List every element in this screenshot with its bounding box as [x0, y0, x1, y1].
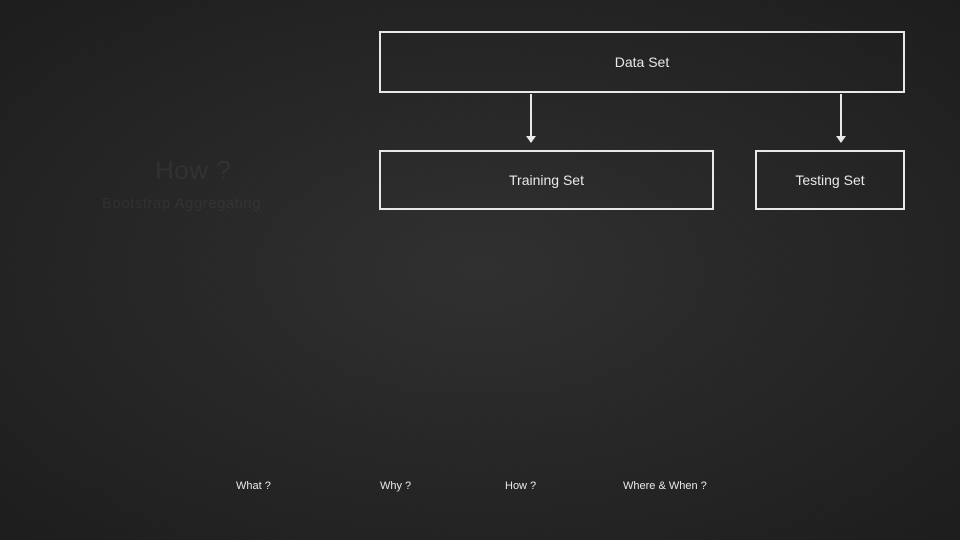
nav-what[interactable]: What ?: [236, 480, 271, 492]
dataset-label: Data Set: [615, 54, 669, 70]
ghost-subheading: Bootstrap Aggregating: [102, 195, 261, 212]
nav-where-when[interactable]: Where & When ?: [623, 480, 707, 492]
testing-box: Testing Set: [755, 150, 905, 210]
training-label: Training Set: [509, 172, 584, 188]
nav-how-label: How ?: [505, 480, 536, 492]
ghost-heading: How ?: [155, 155, 231, 186]
dataset-box: Data Set: [379, 31, 905, 93]
nav-where-when-label: Where & When ?: [623, 480, 707, 492]
nav-what-label: What ?: [236, 480, 271, 492]
arrow-to-training: [530, 94, 532, 142]
nav-why[interactable]: Why ?: [380, 480, 411, 492]
nav-how[interactable]: How ?: [505, 480, 536, 492]
training-box: Training Set: [379, 150, 714, 210]
testing-label: Testing Set: [795, 172, 864, 188]
ghost-sub-text: Bootstrap Aggregating: [102, 195, 261, 212]
arrow-to-testing: [840, 94, 842, 142]
ghost-heading-text: How ?: [155, 155, 231, 185]
nav-why-label: Why ?: [380, 480, 411, 492]
